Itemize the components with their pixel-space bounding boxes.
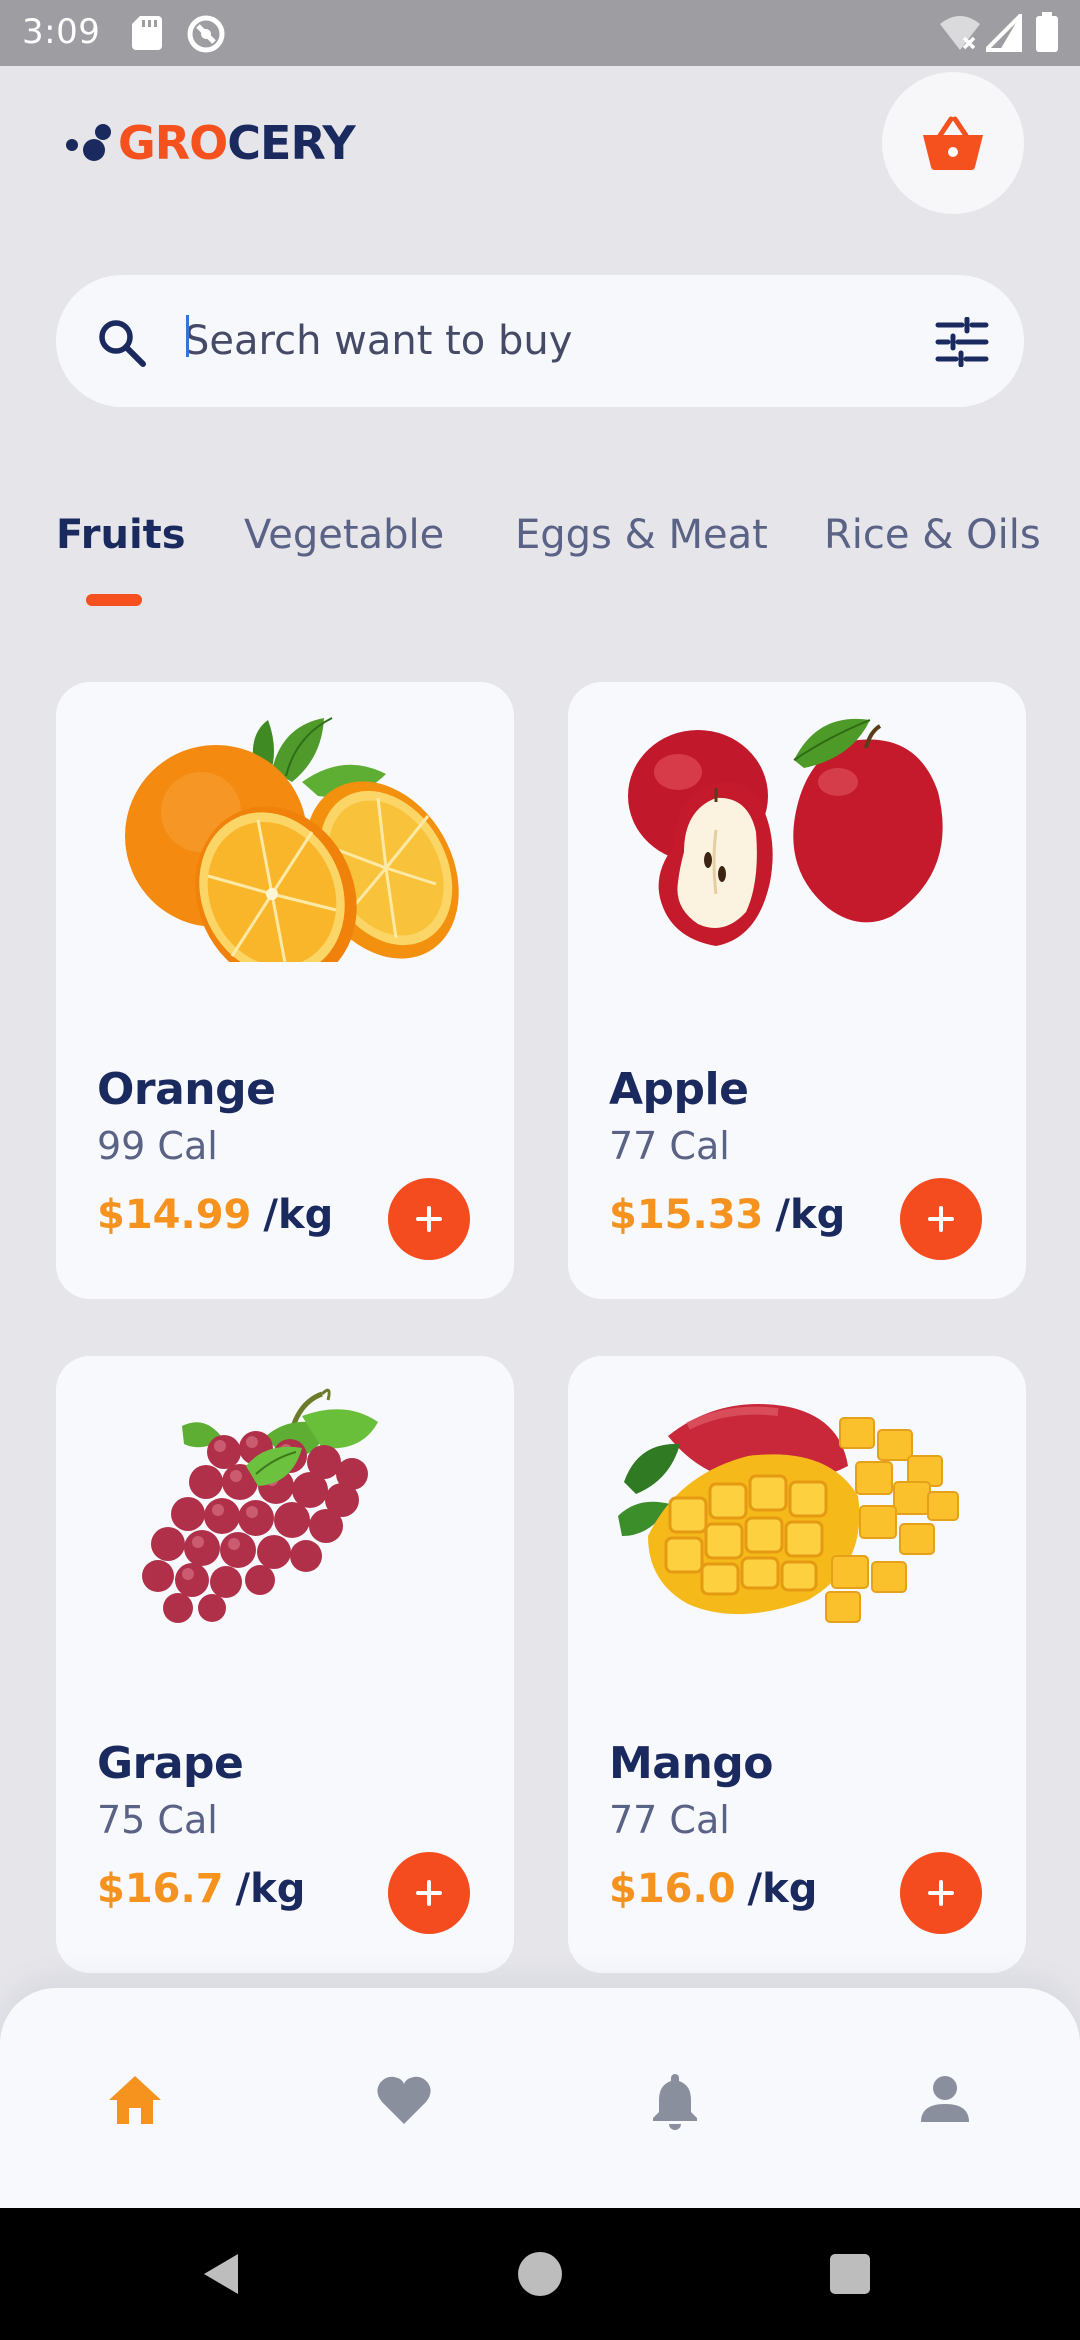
product-calories: 77 Cal [609,1798,730,1842]
tab-indicator [86,594,142,606]
basket-icon [923,116,983,171]
mango-image [618,1404,959,1623]
product-name: Apple [609,1064,749,1115]
product-price-row: $15.33 /kg [609,1192,845,1238]
orange-image [125,717,459,962]
product-name: Grape [97,1738,244,1789]
wifi-off-icon [940,16,980,50]
tab-fruits[interactable]: Fruits [56,512,186,558]
logo-gro: GRO [118,116,228,170]
apple-image [628,718,943,946]
system-navigation-bar [0,2208,1080,2340]
status-bar: 3:09 [0,0,1080,66]
product-card-mango[interactable]: Mango 77 Cal $16.0 /kg [568,1356,1026,1973]
product-price: $15.33 [609,1192,764,1238]
product-unit: /kg [775,1192,846,1238]
tab-vegetable[interactable]: Vegetable [244,512,444,558]
home-icon[interactable] [105,2070,165,2130]
plus-icon [928,1880,954,1906]
product-price: $16.0 [609,1866,736,1912]
product-unit: /kg [235,1866,306,1912]
product-price: $14.99 [97,1192,252,1238]
person-icon[interactable] [915,2070,975,2130]
bottom-navigation [0,1988,1080,2208]
product-calories: 77 Cal [609,1124,730,1168]
heart-icon[interactable] [374,2070,434,2130]
app-logo: GROCERY [64,116,356,170]
product-price: $16.7 [97,1866,224,1912]
add-to-cart-button[interactable] [388,1178,470,1260]
text-caret [186,315,189,357]
add-to-cart-button[interactable] [900,1178,982,1260]
cart-button[interactable] [882,72,1024,214]
recents-icon[interactable] [830,2254,870,2294]
logo-text: GROCERY [118,116,356,170]
product-unit: /kg [747,1866,818,1912]
sd-card-icon [132,16,162,50]
product-card-orange[interactable]: Orange 99 Cal $14.99 /kg [56,682,514,1299]
product-price-row: $16.7 /kg [97,1866,305,1912]
search-bar[interactable] [56,275,1024,407]
product-price-row: $14.99 /kg [97,1192,333,1238]
filter-sliders-icon[interactable] [934,317,990,367]
plus-icon [928,1206,954,1232]
product-calories: 75 Cal [97,1798,218,1842]
tab-rice-oils[interactable]: Rice & Oils [824,512,1041,558]
add-to-cart-button[interactable] [900,1852,982,1934]
add-to-cart-button[interactable] [388,1852,470,1934]
product-name: Mango [609,1738,774,1789]
product-name: Orange [97,1064,276,1115]
tab-eggs-meat[interactable]: Eggs & Meat [515,512,768,558]
back-icon[interactable] [200,2252,244,2296]
bell-icon[interactable] [645,2070,705,2130]
product-unit: /kg [263,1192,334,1238]
plus-icon [416,1880,442,1906]
signal-icon [986,14,1022,52]
search-input[interactable] [184,305,944,377]
category-tabs: Fruits Vegetable Eggs & Meat Rice & Oils [56,512,1056,612]
battery-icon [1036,12,1058,52]
product-card-apple[interactable]: Apple 77 Cal $15.33 /kg [568,682,1026,1299]
status-time: 3:09 [22,12,101,52]
grape-image [142,1388,378,1623]
logo-cery: CERY [227,116,355,170]
product-card-grape[interactable]: Grape 75 Cal $16.7 /kg [56,1356,514,1973]
plus-icon [416,1206,442,1232]
search-icon[interactable] [96,317,148,369]
product-price-row: $16.0 /kg [609,1866,817,1912]
logo-dots-icon [66,124,111,161]
product-calories: 99 Cal [97,1124,218,1168]
sync-icon [187,15,225,53]
home-key-icon[interactable] [518,2252,562,2296]
